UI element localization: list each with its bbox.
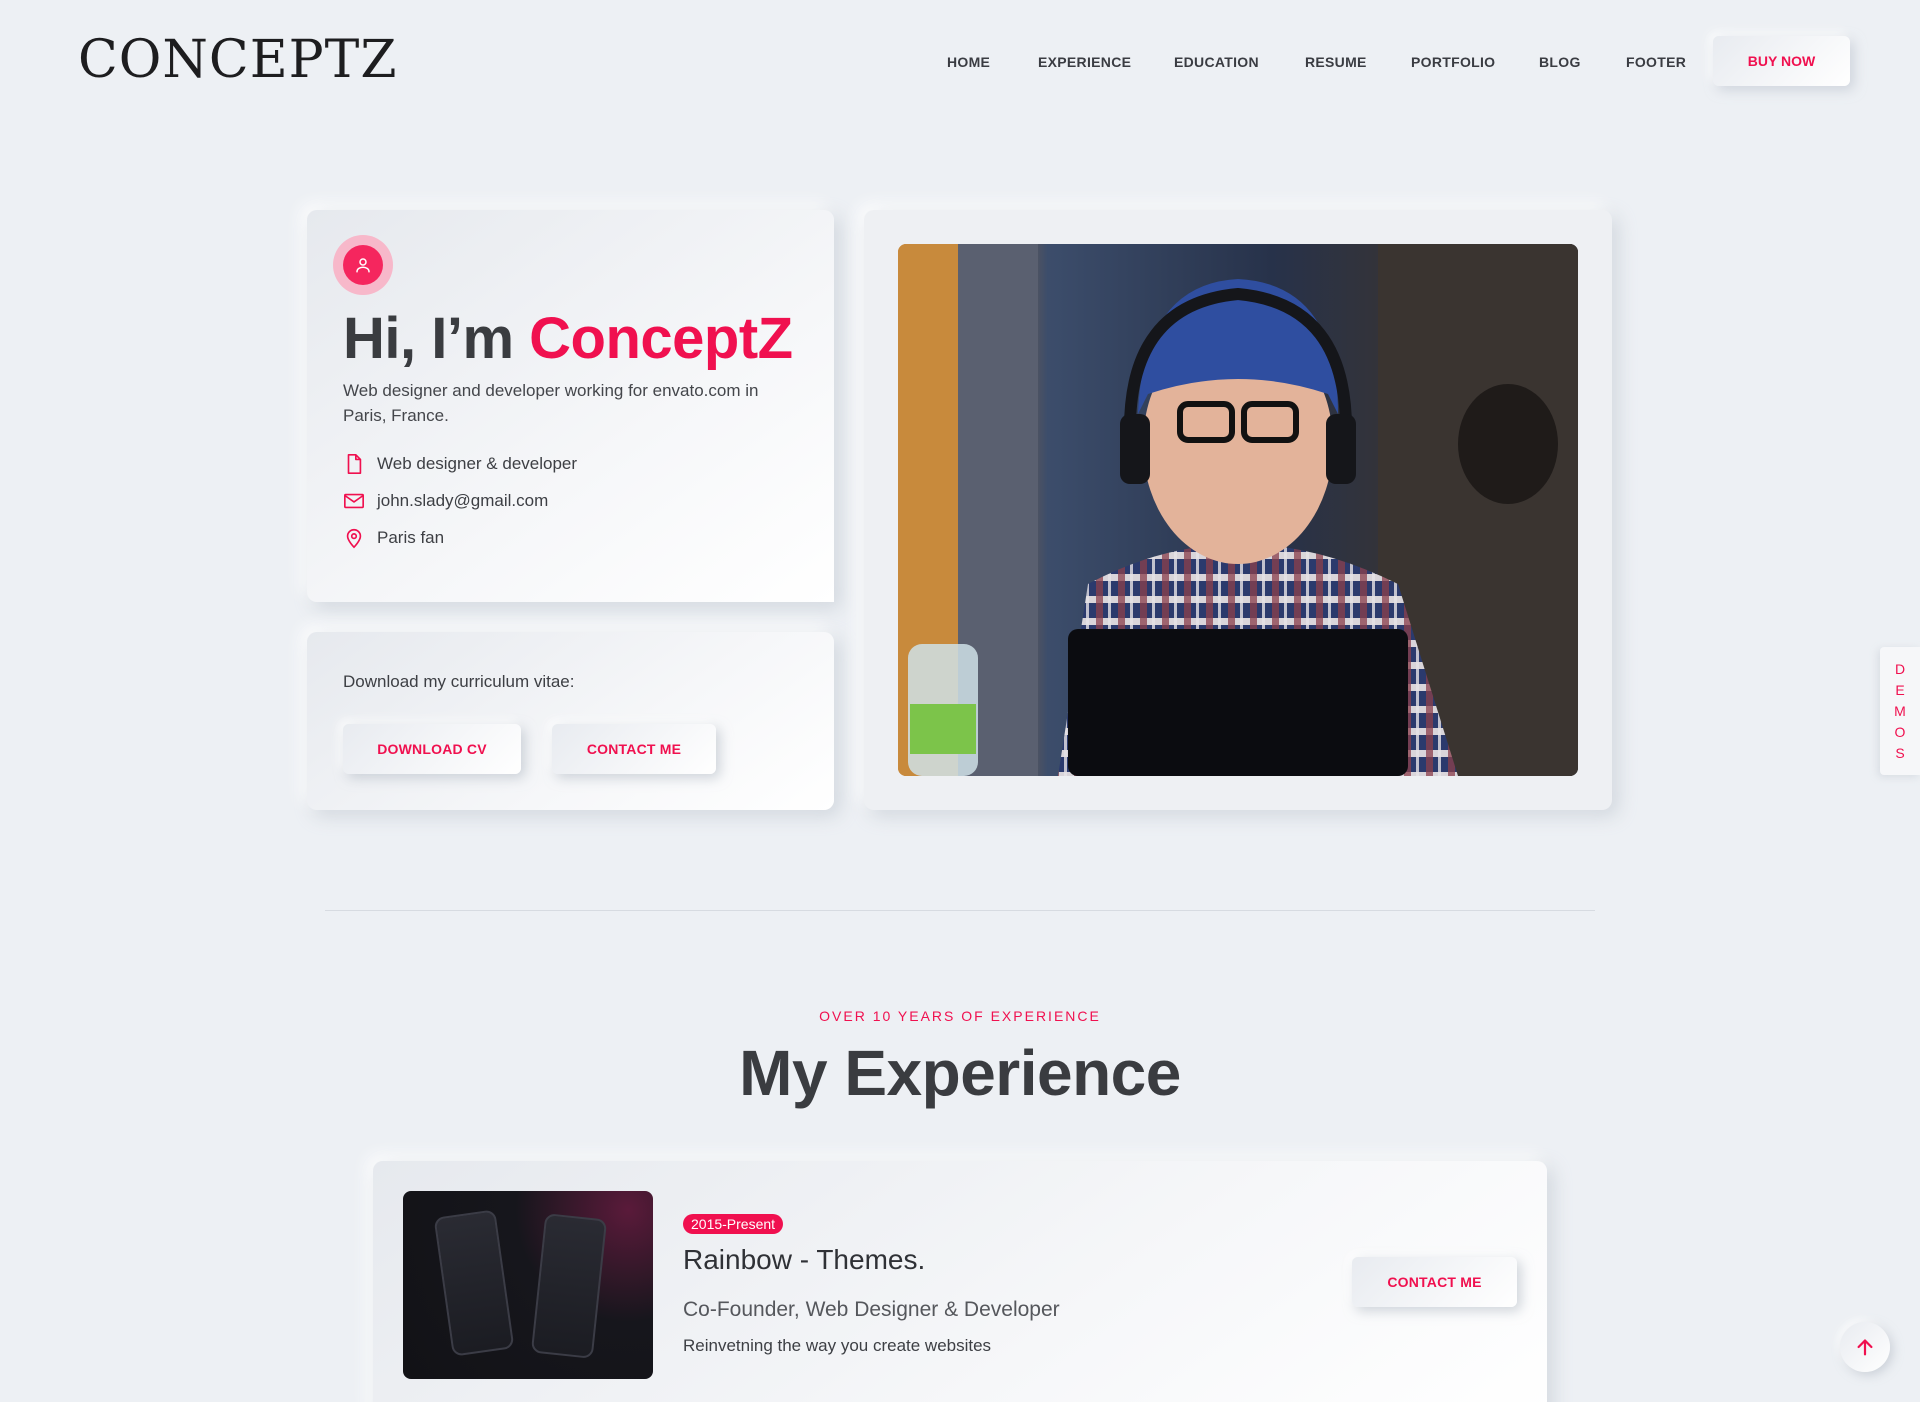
demos-letter: O [1894,723,1906,740]
info-role: Web designer & developer [343,453,577,475]
phone-mockup [530,1213,608,1359]
nav-experience[interactable]: EXPERIENCE [1038,54,1131,70]
experience-card: 2015-Present Rainbow - Themes. Co-Founde… [373,1161,1547,1402]
experience-contact-button[interactable]: CONTACT ME [1352,1257,1517,1307]
demos-letter: S [1895,744,1905,761]
intro-description: Web designer and developer working for e… [343,381,759,425]
demos-letter: E [1895,681,1905,698]
experience-title: My Experience [739,1037,1181,1109]
section-divider [325,910,1595,911]
demos-letter: D [1894,660,1906,677]
location-pin-icon [346,528,362,549]
nav-home[interactable]: HOME [947,54,990,70]
experience-description: Reinvetning the way you create websites [683,1336,992,1355]
intro-card: Hi, I’m ConceptZ Web designer and develo… [307,210,834,602]
mail-icon [344,493,364,509]
phone-mockup [433,1209,515,1357]
project-thumbnail [403,1191,653,1379]
experience-role: Co-Founder, Web Designer & Developer [683,1298,1060,1321]
nav-portfolio[interactable]: PORTFOLIO [1411,54,1495,70]
nav-education[interactable]: EDUCATION [1174,54,1259,70]
info-location-text: Paris fan [377,528,445,547]
demos-tab[interactable]: D E M O S [1880,647,1920,775]
nav-resume[interactable]: RESUME [1305,54,1367,70]
arrow-up-icon [1857,1339,1873,1356]
greeting-text: Hi, I’m [343,306,530,371]
contact-me-button[interactable]: CONTACT ME [552,724,716,774]
nav-blog[interactable]: BLOG [1539,54,1581,70]
user-icon [356,258,370,273]
cv-card: Download my curriculum vitae: DOWNLOAD C… [307,632,834,810]
info-location: Paris fan [343,527,444,549]
info-email: john.slady@gmail.com [343,490,548,512]
profile-photo [898,244,1578,776]
nav-footer[interactable]: FOOTER [1626,54,1686,70]
back-to-top-button[interactable] [1840,1322,1890,1372]
demos-letter: M [1894,702,1906,719]
experience-kicker: OVER 10 YEARS OF EXPERIENCE [819,1008,1101,1024]
intro-heading: Hi, I’m ConceptZ [343,305,793,372]
main-nav: HOME EXPERIENCE EDUCATION RESUME PORTFOL… [0,44,1920,78]
buy-now-button[interactable]: BUY NOW [1713,36,1850,86]
photo-card [864,210,1612,810]
user-badge [333,235,393,295]
info-email-text[interactable]: john.slady@gmail.com [377,491,548,511]
year-badge: 2015-Present [683,1214,784,1234]
cv-label: Download my curriculum vitae: [343,672,575,691]
profile-photo-illustration [898,244,1578,776]
info-role-text: Web designer & developer [377,454,578,473]
download-cv-button[interactable]: DOWNLOAD CV [343,724,521,774]
experience-company: Rainbow - Themes. [683,1244,926,1275]
file-icon [347,454,362,474]
name-highlight: ConceptZ [529,306,793,371]
